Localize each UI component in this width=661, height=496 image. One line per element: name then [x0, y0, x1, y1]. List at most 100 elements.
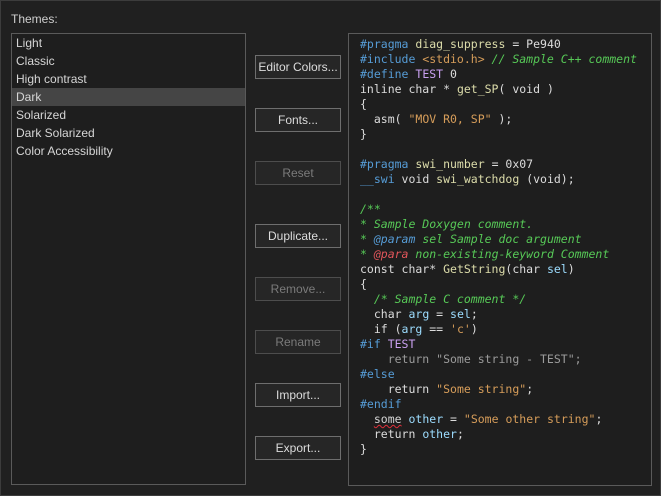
- code-token: ): [567, 262, 575, 276]
- theme-item-light[interactable]: Light: [12, 34, 245, 52]
- code-token: __swi: [360, 172, 395, 186]
- code-token: other: [422, 427, 457, 441]
- code-line: * @param sel Sample doc argument: [360, 232, 651, 247]
- code-token: *: [360, 232, 374, 246]
- code-line: #else: [360, 367, 651, 382]
- code-token: #pragma: [360, 37, 416, 51]
- code-token: = Pe940: [505, 37, 561, 51]
- code-token: =: [429, 307, 451, 321]
- editor-colors-button[interactable]: Editor Colors...: [255, 55, 341, 79]
- duplicate-button[interactable]: Duplicate...: [255, 224, 341, 248]
- code-token: sel: [450, 307, 471, 321]
- code-line: return other;: [360, 427, 651, 442]
- code-token: GetString: [443, 262, 506, 276]
- code-token: (void);: [519, 172, 575, 186]
- theme-item-solarized[interactable]: Solarized: [12, 106, 245, 124]
- code-token: TEST: [387, 337, 416, 351]
- code-line: /**: [360, 202, 651, 217]
- code-token: );: [491, 112, 513, 126]
- code-line: return "Some string - TEST";: [360, 352, 651, 367]
- code-token: }: [360, 442, 367, 456]
- code-token: #define: [360, 67, 416, 81]
- code-line: #include <stdio.h> // Sample C++ comment: [360, 52, 651, 67]
- theme-item-high-contrast[interactable]: High contrast: [12, 70, 245, 88]
- code-token: return: [360, 382, 437, 396]
- code-preview: #pragma diag_suppress = Pe940 #include <s…: [348, 33, 652, 486]
- code-token: return: [360, 427, 423, 441]
- code-token: /* Sample C comment */: [360, 292, 527, 306]
- code-token: #pragma: [360, 157, 416, 171]
- reset-button[interactable]: Reset: [255, 161, 341, 185]
- code-line: * @para non-existing-keyword Comment: [360, 247, 651, 262]
- code-token: #include: [360, 52, 423, 66]
- code-token: ;: [456, 427, 464, 441]
- code-token: ): [470, 322, 478, 336]
- code-token: other: [408, 412, 444, 426]
- code-token: ==: [422, 322, 451, 336]
- code-token: *: [360, 247, 374, 261]
- code-line: /* Sample C comment */: [360, 292, 651, 307]
- import-button[interactable]: Import...: [255, 383, 341, 407]
- code-token: TEST: [415, 67, 444, 81]
- code-line: {: [360, 97, 651, 112]
- code-token: * Sample Doxygen comment.: [360, 217, 534, 231]
- theme-list[interactable]: Light Classic High contrast Dark Solariz…: [11, 33, 246, 485]
- code-line: const char* GetString(char sel): [360, 262, 651, 277]
- code-token: inline char *: [360, 82, 457, 96]
- code-line: #pragma swi_number = 0x07: [360, 157, 651, 172]
- code-line: char arg = sel;: [360, 307, 651, 322]
- code-token: diag_suppress: [415, 37, 506, 51]
- code-token: #endif: [360, 397, 402, 411]
- code-token: ;: [526, 382, 534, 396]
- code-line: }: [360, 442, 651, 457]
- code-token: #if: [360, 337, 388, 351]
- code-token: {: [360, 97, 367, 111]
- code-token: <stdio.h>: [422, 52, 485, 66]
- theme-item-dark-solarized[interactable]: Dark Solarized: [12, 124, 245, 142]
- code-line: __swi void swi_watchdog (void);: [360, 172, 651, 187]
- code-token: sel Sample doc argument: [415, 232, 582, 246]
- code-token: return "Some string - TEST";: [360, 352, 582, 366]
- code-line: {: [360, 277, 651, 292]
- code-token: const char*: [360, 262, 444, 276]
- code-line: inline char * get_SP( void ): [360, 82, 651, 97]
- theme-item-color-accessibility[interactable]: Color Accessibility: [12, 142, 245, 160]
- themes-label: Themes:: [11, 12, 58, 26]
- code-token: // Sample C++ comment: [484, 52, 637, 66]
- code-token: void: [394, 172, 437, 186]
- theme-item-classic[interactable]: Classic: [12, 52, 245, 70]
- code-token: char: [360, 307, 409, 321]
- code-token: = 0x07: [484, 157, 534, 171]
- code-token: asm(: [360, 112, 409, 126]
- export-button[interactable]: Export...: [255, 436, 341, 460]
- code-line: #endif: [360, 397, 651, 412]
- code-token: swi_number: [415, 157, 485, 171]
- code-token: swi_watchdog: [436, 172, 520, 186]
- rename-button[interactable]: Rename: [255, 330, 341, 354]
- theme-dialog: Themes: Light Classic High contrast Dark…: [0, 0, 661, 496]
- theme-item-dark[interactable]: Dark: [12, 88, 245, 106]
- remove-button[interactable]: Remove...: [255, 277, 341, 301]
- code-line: some other = "Some other string";: [360, 412, 651, 427]
- code-token: (char: [505, 262, 547, 276]
- code-token: "Some string": [436, 382, 527, 396]
- code-token: 0: [443, 67, 457, 81]
- code-token: @para: [373, 247, 409, 261]
- code-token: }: [360, 127, 367, 141]
- code-line: return "Some string";: [360, 382, 651, 397]
- code-token: ;: [470, 307, 478, 321]
- code-line: if (arg == 'c'): [360, 322, 651, 337]
- code-token: =: [443, 412, 464, 426]
- code-token: get_SP: [456, 82, 499, 96]
- fonts-button[interactable]: Fonts...: [255, 108, 341, 132]
- code-token: some: [373, 412, 402, 426]
- code-token: "MOV R0, SP": [408, 112, 492, 126]
- code-line: }: [360, 127, 651, 142]
- code-line: #pragma diag_suppress = Pe940: [360, 37, 651, 52]
- code-line: * Sample Doxygen comment.: [360, 217, 651, 232]
- code-token: non-existing-keyword Comment: [408, 247, 610, 261]
